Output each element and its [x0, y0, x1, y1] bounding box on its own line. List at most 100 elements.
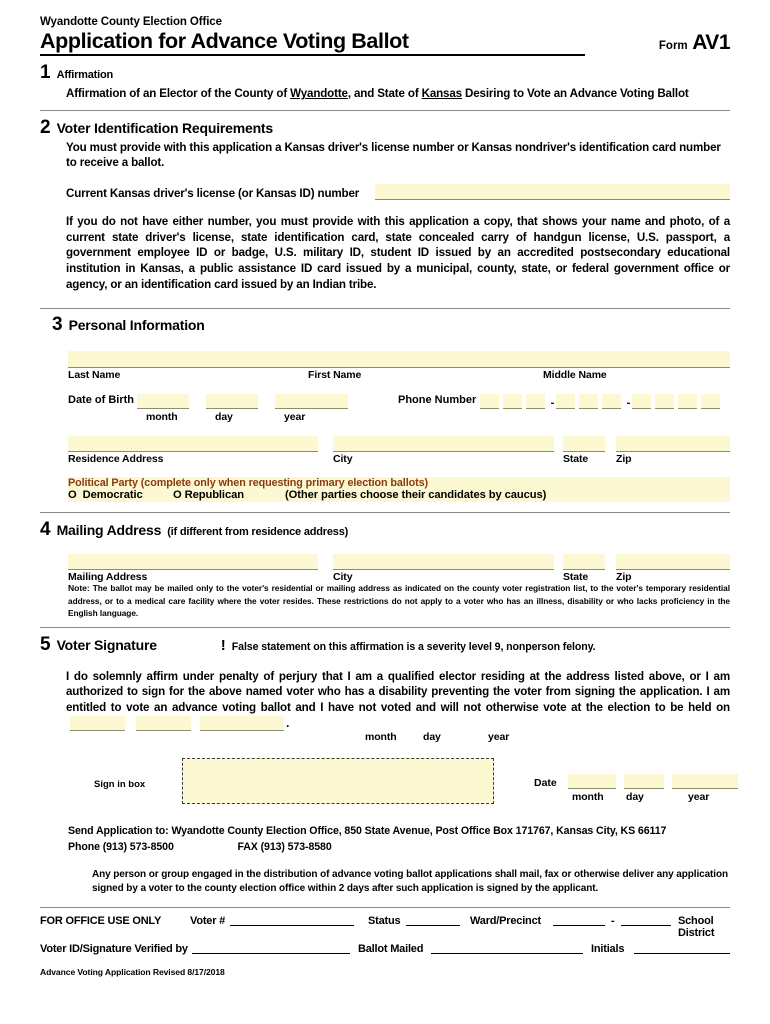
election-month-label: month — [365, 731, 397, 744]
section-5-number: 5 — [40, 633, 51, 655]
residence-state-input[interactable] — [563, 436, 605, 453]
office-use-heading: FOR OFFICE USE ONLY — [40, 915, 162, 928]
initials-label: Initials — [591, 943, 625, 956]
party-option-republican[interactable]: O Republican — [173, 489, 285, 501]
election-month-input[interactable] — [70, 716, 125, 732]
sign-in-box-label: Sign in box — [94, 779, 146, 791]
signature-date-day-input[interactable] — [624, 774, 664, 790]
section-3-heading: 3 Personal Information — [52, 315, 730, 334]
radio-democratic[interactable]: O — [68, 489, 77, 501]
mailing-state-label: State — [563, 571, 589, 584]
divider-5 — [40, 907, 730, 909]
section-4-heading: 4 Mailing Address (if different from res… — [40, 520, 730, 539]
ward-input[interactable] — [553, 915, 605, 927]
mailing-address-input[interactable] — [68, 554, 318, 571]
mailing-zip-label: Zip — [616, 571, 632, 584]
office-use-row-1: FOR OFFICE USE ONLY Voter # Status Ward/… — [40, 915, 730, 940]
phone-digit-4[interactable] — [556, 394, 575, 410]
phone-digit-boxes[interactable]: -- — [480, 394, 724, 410]
ballot-mailed-label: Ballot Mailed — [358, 943, 424, 956]
section-5-title: Voter Signature — [56, 636, 157, 653]
section-2-heading: 2 Voter Identification Requirements — [40, 118, 730, 137]
dob-year-input[interactable] — [275, 394, 348, 410]
mailing-state-input[interactable] — [563, 554, 605, 571]
divider-2 — [40, 308, 730, 310]
precinct-input[interactable] — [621, 915, 671, 927]
section-2-number: 2 — [40, 116, 51, 138]
form-code: Form AV1 — [659, 31, 731, 56]
license-number-row: Current Kansas driver's license (or Kans… — [66, 184, 730, 200]
voter-number-label: Voter # — [190, 915, 226, 928]
middle-name-label: Middle Name — [543, 369, 607, 382]
election-year-label: year — [488, 731, 510, 744]
contact-line: Phone (913) 573-8500 FAX (913) 573-8580 — [68, 840, 730, 856]
dob-day-input[interactable] — [206, 394, 258, 410]
send-to-address: Send Application to: Wyandotte County El… — [68, 825, 667, 838]
verified-by-input[interactable] — [192, 943, 350, 955]
initials-input[interactable] — [634, 943, 730, 955]
office-name: Wyandotte County Election Office — [40, 16, 222, 28]
revision-note: Advance Voting Application Revised 8/17/… — [40, 967, 225, 978]
page-title: Application for Advance Voting Ballot — [40, 29, 585, 57]
affirmation-statement: I do solemnly affirm under penalty of pe… — [66, 669, 730, 714]
radio-republican[interactable]: O — [173, 489, 182, 501]
phone-digit-8[interactable] — [655, 394, 674, 410]
election-date-labels: month day year — [68, 731, 730, 744]
phone-digit-9[interactable] — [678, 394, 697, 410]
form-page: Wyandotte County Election Office Applica… — [0, 0, 770, 1024]
form-code-value: AV1 — [692, 31, 730, 55]
divider-3 — [40, 512, 730, 514]
voter-number-input[interactable] — [230, 915, 354, 927]
license-number-input[interactable] — [375, 184, 730, 200]
title-row: Application for Advance Voting Ballot Fo… — [40, 29, 731, 57]
ballot-mailed-input[interactable] — [431, 943, 583, 955]
section-5-affirmation: I do solemnly affirm under penalty of pe… — [66, 669, 730, 732]
election-day-input[interactable] — [136, 716, 192, 732]
party-option-democratic[interactable]: O Democratic — [68, 489, 173, 501]
mailing-zip-input[interactable] — [616, 554, 730, 571]
last-name-label: Last Name — [68, 369, 121, 382]
phone-digit-5[interactable] — [579, 394, 598, 410]
section-2-alternatives: If you do not have either number, you mu… — [66, 215, 730, 291]
warning-icon: ! — [220, 636, 226, 654]
section-4-subtitle: (if different from residence address) — [167, 526, 349, 539]
election-day-label: day — [423, 731, 441, 744]
election-year-input[interactable] — [200, 716, 285, 732]
school-district-label: School District — [678, 915, 715, 940]
state-name: Kansas — [421, 87, 463, 101]
dob-month-input[interactable] — [137, 394, 189, 410]
residence-address-row: Residence Address City State Zip — [68, 436, 730, 466]
mailing-city-label: City — [333, 571, 353, 584]
phone-dash-1: - — [550, 397, 555, 410]
party-republican-label: Republican — [184, 489, 244, 502]
signature-date-month-input[interactable] — [568, 774, 616, 790]
residence-city-input[interactable] — [333, 436, 554, 453]
phone-digit-7[interactable] — [632, 394, 651, 410]
status-input[interactable] — [406, 915, 460, 927]
residence-zip-label: Zip — [616, 453, 632, 466]
signature-date-month-label: month — [572, 791, 604, 804]
mailing-note: Note: The ballot may be mailed only to t… — [68, 582, 730, 618]
office-use-row-2: Voter ID/Signature Verified by Ballot Ma… — [40, 943, 730, 965]
status-label: Status — [368, 915, 401, 928]
residence-address-label: Residence Address — [68, 453, 164, 466]
phone-digit-6[interactable] — [602, 394, 621, 410]
signature-date-year-input[interactable] — [672, 774, 738, 790]
mailing-note-label: Note: — [68, 583, 90, 594]
phone-digit-2[interactable] — [503, 394, 522, 410]
office-fax: FAX (913) 573-8580 — [237, 841, 332, 854]
signature-input-box[interactable] — [182, 758, 494, 805]
residence-address-input[interactable] — [68, 436, 318, 453]
mailing-note-text: The ballot may be mailed only to the vot… — [68, 583, 730, 618]
name-input-band[interactable] — [68, 351, 730, 369]
first-name-label: First Name — [308, 369, 362, 382]
affirm-text-a: Affirmation of an Elector of the County … — [66, 87, 291, 101]
political-party-options: O Democratic O Republican (Other parties… — [68, 489, 730, 501]
mailing-city-input[interactable] — [333, 554, 554, 571]
dob-label: Date of Birth — [68, 394, 134, 407]
phone-dash-2: - — [626, 397, 631, 410]
phone-digit-3[interactable] — [526, 394, 545, 410]
phone-digit-1[interactable] — [480, 394, 499, 410]
residence-zip-input[interactable] — [616, 436, 730, 453]
phone-digit-10[interactable] — [701, 394, 720, 410]
